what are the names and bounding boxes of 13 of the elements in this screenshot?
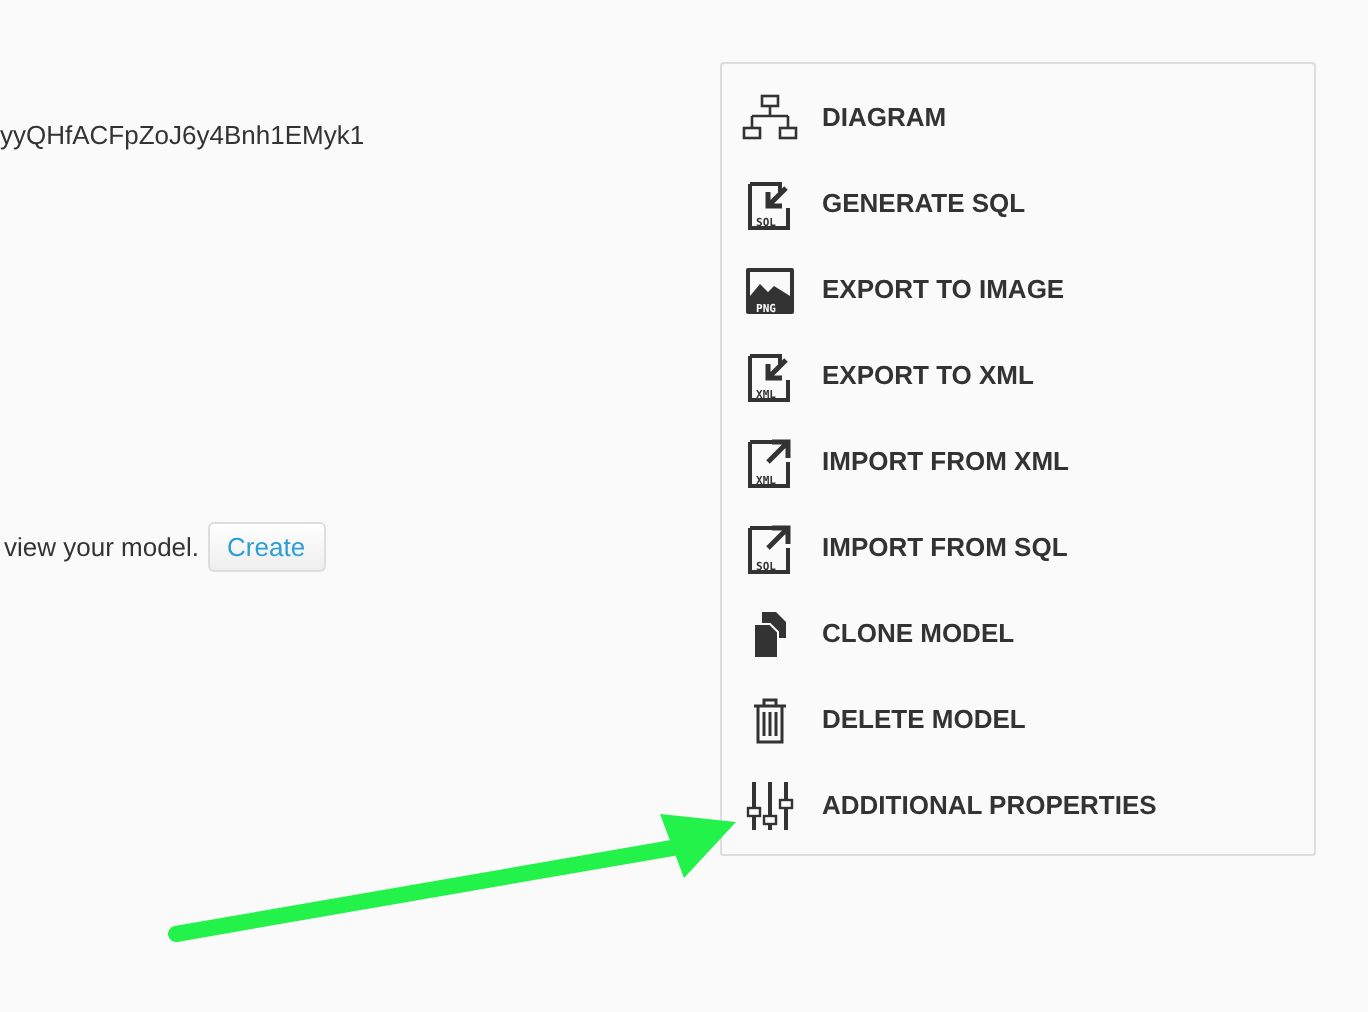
menu-item[interactable]: EXPORT TO XML <box>822 360 1034 390</box>
menu-item[interactable]: ADDITIONAL PROPERTIES <box>822 790 1157 820</box>
menu-item[interactable]: DELETE MODEL <box>822 704 1026 734</box>
menu-item[interactable]: EXPORT TO IMAGE <box>822 274 1065 304</box>
menu-item[interactable]: GENERATE SQL <box>822 188 1026 218</box>
prompt-text: view your model. <box>4 532 200 562</box>
menu-item[interactable]: DIAGRAM <box>822 102 947 132</box>
menu-item[interactable]: CLONE MODEL <box>822 618 1015 648</box>
menu-item[interactable]: IMPORT FROM SQL <box>822 532 1068 562</box>
model-key-text: yyQHfACFpZoJ6y4Bnh1EMyk1 <box>0 120 367 150</box>
menu-item[interactable]: IMPORT FROM XML <box>822 446 1069 476</box>
sliders-icon <box>742 777 798 833</box>
diagram-icon <box>742 89 798 145</box>
